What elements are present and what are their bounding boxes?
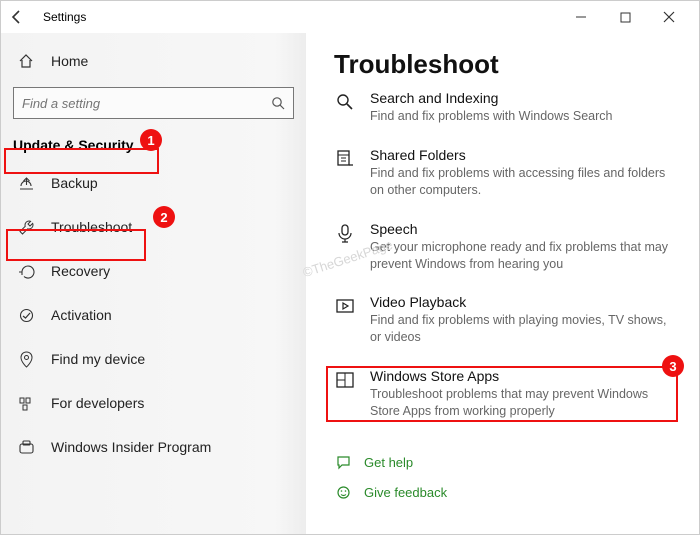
page-title: Troubleshoot — [334, 49, 679, 80]
wrench-icon — [17, 219, 35, 236]
main-panel: Troubleshoot Search and Indexing Find an… — [306, 33, 699, 534]
help-links: Get help Give feedback — [334, 448, 679, 508]
search-box[interactable] — [13, 87, 294, 119]
maximize-button[interactable] — [603, 1, 647, 33]
sidebar-home-label: Home — [51, 53, 88, 69]
sidebar-item-label: Backup — [51, 175, 98, 191]
troubleshoot-item-title: Windows Store Apps — [370, 368, 679, 384]
troubleshoot-item-title: Shared Folders — [370, 147, 679, 163]
close-button[interactable] — [647, 1, 691, 33]
sidebar-item-troubleshoot[interactable]: Troubleshoot — [1, 205, 306, 249]
sidebar-item-backup[interactable]: Backup — [1, 161, 306, 205]
backup-icon — [17, 175, 35, 192]
troubleshoot-item-desc: Find and fix problems with playing movie… — [370, 312, 679, 346]
troubleshoot-item-desc: Get your microphone ready and fix proble… — [370, 239, 679, 273]
store-apps-icon — [334, 368, 356, 420]
troubleshoot-item-desc: Find and fix problems with Windows Searc… — [370, 108, 679, 125]
sidebar-section-header[interactable]: Update & Security — [1, 129, 306, 161]
troubleshoot-item-speech[interactable]: Speech Get your microphone ready and fix… — [334, 213, 679, 287]
troubleshoot-item-title: Speech — [370, 221, 679, 237]
troubleshoot-item-video-playback[interactable]: Video Playback Find and fix problems wit… — [334, 286, 679, 360]
troubleshoot-item-title: Video Playback — [370, 294, 679, 310]
sidebar-item-recovery[interactable]: Recovery — [1, 249, 306, 293]
troubleshoot-item-shared-folders[interactable]: Shared Folders Find and fix problems wit… — [334, 139, 679, 213]
troubleshoot-item-desc: Troubleshoot problems that may prevent W… — [370, 386, 679, 420]
titlebar: Settings — [1, 1, 699, 33]
chat-icon — [334, 455, 352, 470]
give-feedback-label: Give feedback — [364, 485, 447, 500]
minimize-button[interactable] — [559, 1, 603, 33]
recovery-icon — [17, 263, 35, 280]
location-icon — [17, 351, 35, 368]
sidebar-item-label: Activation — [51, 307, 112, 323]
video-icon — [334, 294, 356, 346]
search-indexing-icon — [334, 90, 356, 125]
search-input[interactable] — [22, 96, 271, 111]
insider-icon — [17, 439, 35, 456]
home-icon — [17, 53, 35, 69]
sidebar-item-label: For developers — [51, 395, 144, 411]
troubleshoot-item-windows-store-apps[interactable]: Windows Store Apps Troubleshoot problems… — [334, 360, 679, 434]
feedback-icon — [334, 485, 352, 500]
sidebar-item-label: Find my device — [51, 351, 145, 367]
sidebar-item-find-my-device[interactable]: Find my device — [1, 337, 306, 381]
troubleshoot-item-desc: Find and fix problems with accessing fil… — [370, 165, 679, 199]
shared-folders-icon — [334, 147, 356, 199]
microphone-icon — [334, 221, 356, 273]
sidebar-item-activation[interactable]: Activation — [1, 293, 306, 337]
sidebar-home[interactable]: Home — [1, 41, 306, 81]
sidebar-item-label: Troubleshoot — [51, 219, 132, 235]
window-title: Settings — [43, 10, 86, 24]
sidebar: Home Update & Security Backup Troublesho… — [1, 33, 306, 534]
troubleshoot-item-title: Search and Indexing — [370, 90, 679, 106]
give-feedback-link[interactable]: Give feedback — [334, 478, 679, 508]
back-button[interactable] — [9, 9, 37, 25]
sidebar-item-for-developers[interactable]: For developers — [1, 381, 306, 425]
developers-icon — [17, 395, 35, 412]
troubleshoot-item-search-indexing[interactable]: Search and Indexing Find and fix problem… — [334, 90, 679, 139]
search-icon — [271, 96, 285, 110]
get-help-label: Get help — [364, 455, 413, 470]
get-help-link[interactable]: Get help — [334, 448, 679, 478]
sidebar-item-insider[interactable]: Windows Insider Program — [1, 425, 306, 469]
activation-icon — [17, 307, 35, 324]
sidebar-item-label: Recovery — [51, 263, 110, 279]
sidebar-item-label: Windows Insider Program — [51, 439, 211, 455]
